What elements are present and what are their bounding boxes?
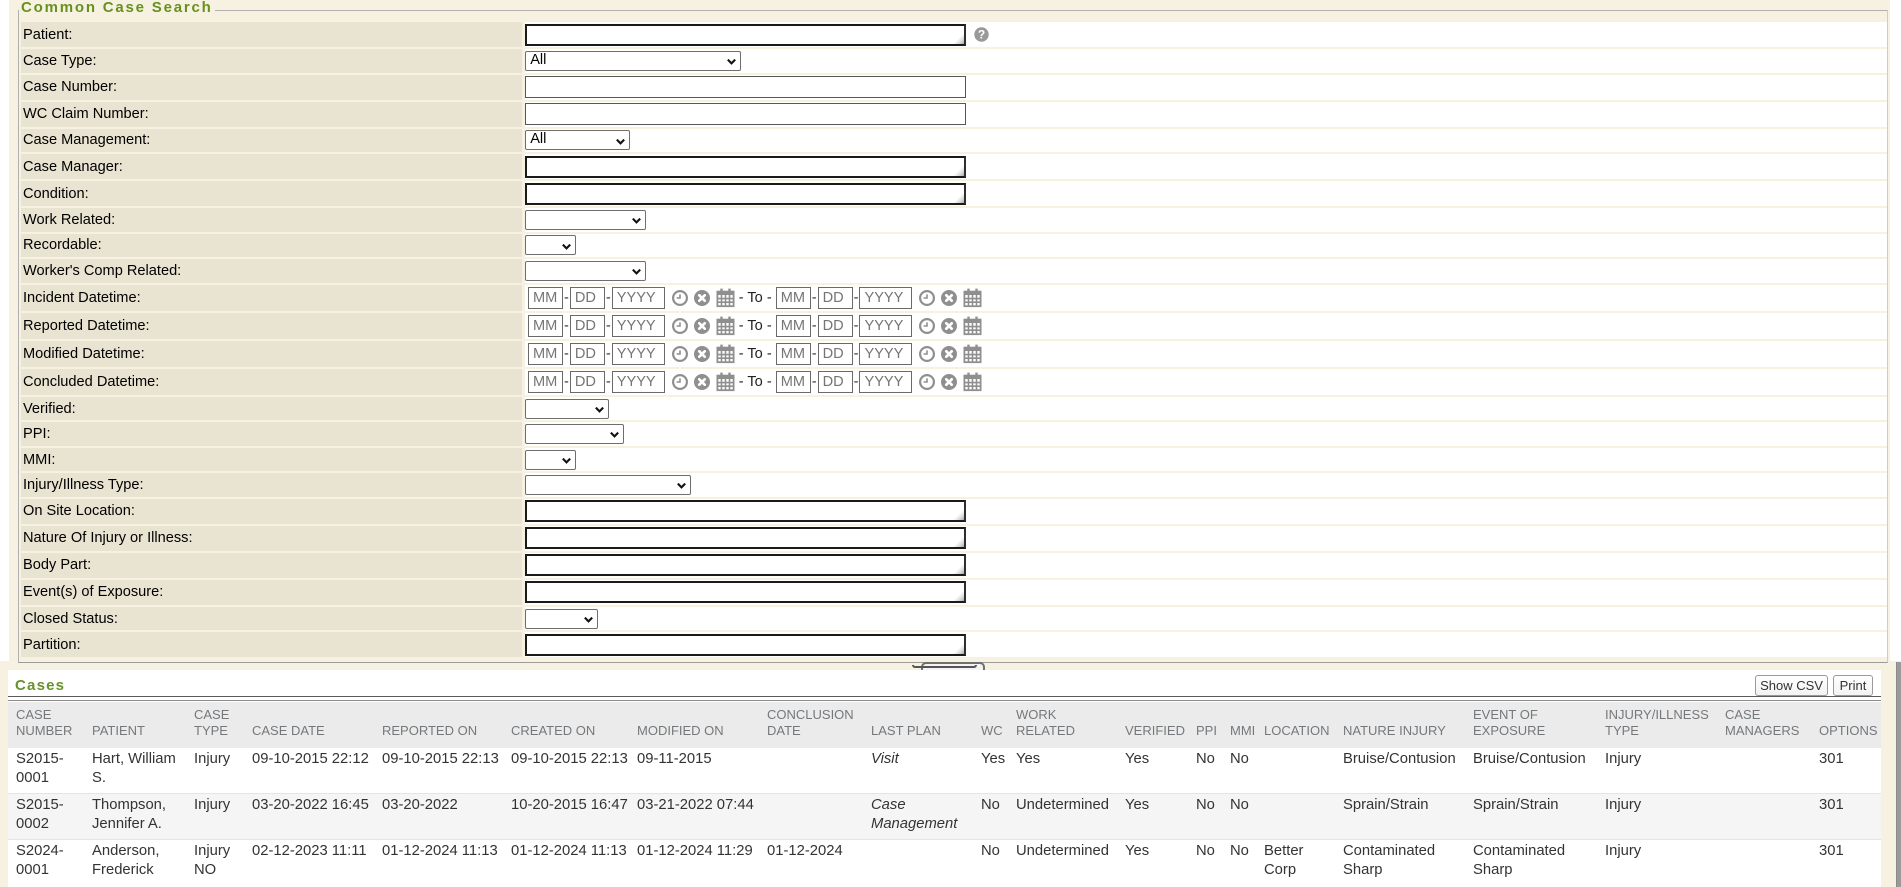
svg-text:?: ? [978, 28, 985, 42]
